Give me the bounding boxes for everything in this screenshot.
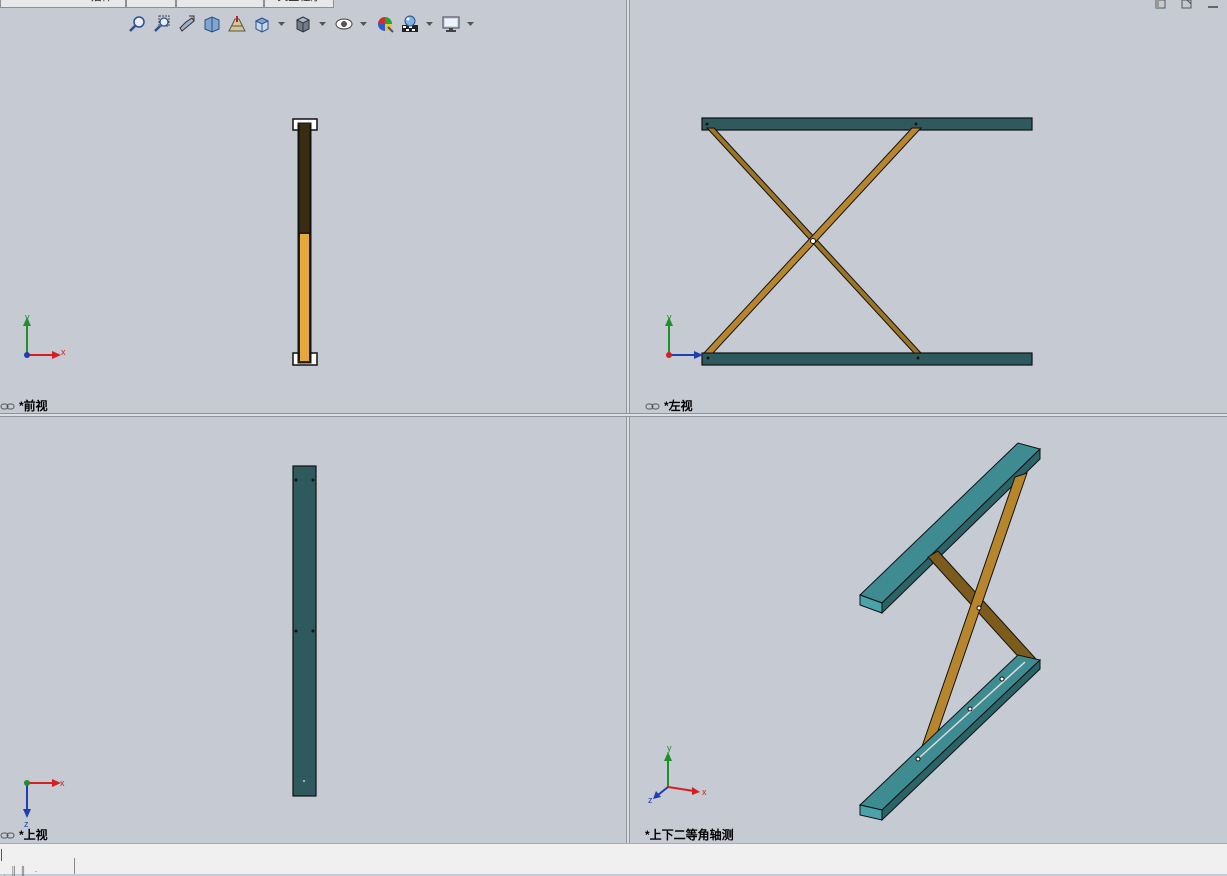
triad-x-label: x — [61, 347, 66, 357]
triad-x-label: x — [60, 778, 65, 788]
status-text: ̣ ̣║║ ∙ — [2, 866, 41, 876]
viewport-dimetric[interactable]: y x z *上下二等角轴测 — [630, 417, 1227, 843]
link-views-icon[interactable] — [0, 401, 16, 411]
viewport-top[interactable]: x z *上视 — [0, 417, 626, 843]
coordinate-triad: y — [665, 312, 703, 359]
triad-x-label: x — [702, 787, 707, 797]
status-separator — [74, 858, 75, 874]
viewport-left[interactable]: y *左视 — [630, 0, 1227, 413]
link-views-icon[interactable] — [0, 830, 16, 840]
viewport-label-top: *上视 — [0, 826, 48, 843]
coordinate-triad: x z — [23, 778, 65, 829]
status-caret — [1, 849, 2, 861]
viewport-name: *上视 — [19, 828, 48, 842]
viewport-name: *左视 — [664, 399, 693, 413]
model-top-view — [292, 465, 317, 797]
viewport-name: *前视 — [19, 399, 48, 413]
triad-z-label: z — [648, 795, 653, 805]
viewport-vertical-splitter[interactable] — [626, 0, 630, 843]
viewport-name: *上下二等角轴测 — [645, 828, 734, 842]
triad-y-label: y — [25, 312, 30, 322]
status-bar: ̣ ̣║║ ∙ — [0, 843, 1227, 876]
model-front-view — [292, 118, 318, 366]
coordinate-triad: y x z — [648, 745, 707, 805]
triad-y-label: y — [667, 745, 672, 753]
viewport-horizontal-splitter[interactable] — [0, 413, 1227, 417]
viewport-label-front: *前视 — [0, 397, 48, 413]
viewport-label-dimetric: *上下二等角轴测 — [645, 826, 734, 843]
link-views-icon[interactable] — [645, 401, 661, 411]
coordinate-triad: y x — [23, 312, 66, 359]
viewport-front[interactable]: y x *前视 — [0, 0, 626, 413]
viewport-label-left: *左视 — [645, 397, 693, 413]
triad-y-label: y — [667, 312, 672, 322]
